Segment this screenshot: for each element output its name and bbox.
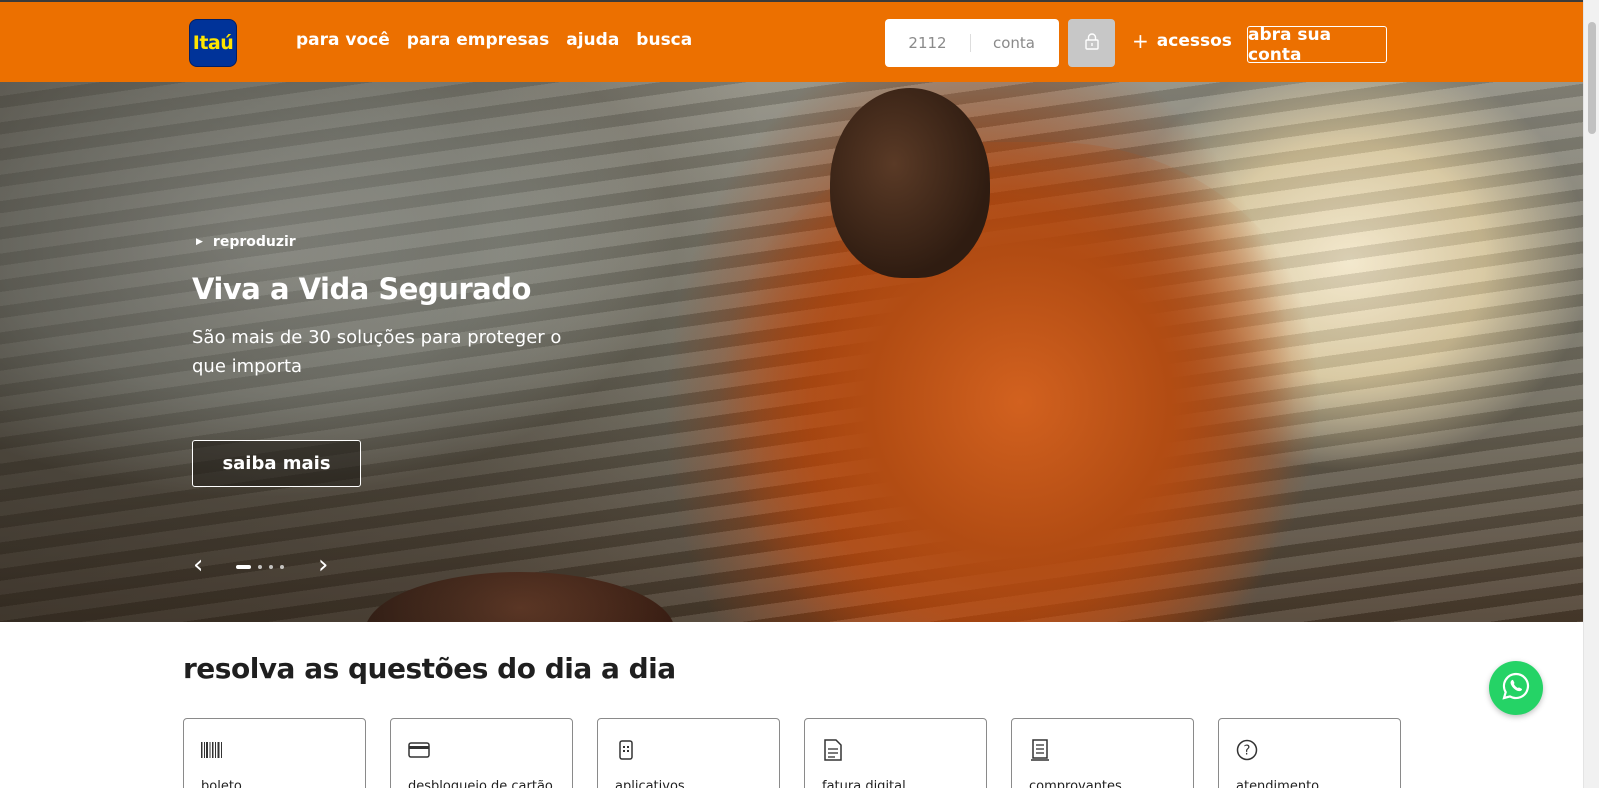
lock-icon bbox=[1084, 32, 1100, 54]
chevron-left-icon[interactable]: ‹ bbox=[193, 552, 203, 578]
nav-item-ajuda[interactable]: ajuda bbox=[566, 30, 619, 50]
card-fatura-digital[interactable]: fatura digital bbox=[804, 718, 987, 788]
hero-person-robe bbox=[720, 142, 1320, 622]
account-field[interactable]: conta bbox=[971, 34, 1057, 52]
card-comprovantes[interactable]: comprovantes bbox=[1011, 718, 1194, 788]
login-box: 2112 conta bbox=[885, 19, 1059, 67]
main-nav: para você para empresas ajuda busca bbox=[296, 30, 692, 50]
nav-item-para-empresas[interactable]: para empresas bbox=[407, 30, 549, 50]
itau-logo[interactable]: Itaú bbox=[189, 19, 237, 67]
logo-text: Itaú bbox=[192, 32, 234, 54]
phone-icon bbox=[615, 739, 637, 761]
acessos-button[interactable]: + acessos bbox=[1132, 31, 1232, 51]
plus-icon: + bbox=[1132, 29, 1149, 53]
acessos-label: acessos bbox=[1156, 31, 1232, 51]
carousel-dot-3[interactable] bbox=[269, 565, 273, 569]
card-icon bbox=[408, 739, 430, 761]
whatsapp-icon bbox=[1501, 671, 1531, 705]
hero-person-head bbox=[830, 88, 990, 278]
card-label: comprovantes bbox=[1029, 779, 1122, 788]
login-submit-button[interactable] bbox=[1068, 19, 1115, 67]
quick-cards: boleto desbloqueio de cartão aplicativos… bbox=[183, 718, 1401, 788]
quick-section-title: resolva as questões do dia a dia bbox=[183, 652, 676, 685]
card-boleto[interactable]: boleto bbox=[183, 718, 366, 788]
card-label: fatura digital bbox=[822, 779, 906, 788]
agency-field[interactable]: 2112 bbox=[885, 34, 971, 52]
play-icon: ▶ bbox=[196, 237, 203, 247]
saiba-mais-button[interactable]: saiba mais bbox=[192, 440, 361, 487]
play-label: reproduzir bbox=[212, 234, 296, 250]
svg-text:?: ? bbox=[1244, 744, 1251, 759]
hero-banner: ▶ reproduzir Viva a Vida Segurado São ma… bbox=[0, 82, 1583, 622]
play-video-button[interactable]: ▶ reproduzir bbox=[196, 234, 296, 250]
nav-item-busca[interactable]: busca bbox=[636, 30, 692, 50]
card-desbloqueio-cartao[interactable]: desbloqueio de cartão bbox=[390, 718, 573, 788]
nav-item-para-voce[interactable]: para você bbox=[296, 30, 390, 50]
card-label: boleto bbox=[201, 779, 242, 788]
card-aplicativos[interactable]: aplicativos bbox=[597, 718, 780, 788]
card-label: desbloqueio de cartão bbox=[408, 779, 553, 788]
chevron-right-icon[interactable]: › bbox=[318, 552, 328, 578]
open-account-button[interactable]: abra sua conta bbox=[1247, 25, 1387, 65]
card-atendimento[interactable]: ? atendimento bbox=[1218, 718, 1401, 788]
receipt-icon bbox=[1029, 739, 1051, 761]
hero-title: Viva a Vida Segurado bbox=[192, 272, 531, 306]
top-header: Itaú para você para empresas ajuda busca… bbox=[0, 0, 1583, 82]
scrollbar-thumb[interactable] bbox=[1588, 22, 1596, 134]
card-label: aplicativos bbox=[615, 779, 685, 788]
carousel-indicators bbox=[236, 565, 284, 569]
carousel-dot-4[interactable] bbox=[280, 565, 284, 569]
invoice-icon bbox=[822, 739, 844, 761]
help-icon: ? bbox=[1236, 739, 1258, 761]
card-label: atendimento bbox=[1236, 779, 1320, 788]
carousel-dot-1[interactable] bbox=[236, 565, 251, 569]
hero-subtitle: São mais de 30 soluções para proteger o … bbox=[192, 327, 562, 377]
barcode-icon bbox=[201, 739, 223, 761]
carousel-dot-2[interactable] bbox=[258, 565, 262, 569]
whatsapp-button[interactable] bbox=[1489, 661, 1543, 715]
page-scrollbar[interactable] bbox=[1583, 0, 1599, 788]
